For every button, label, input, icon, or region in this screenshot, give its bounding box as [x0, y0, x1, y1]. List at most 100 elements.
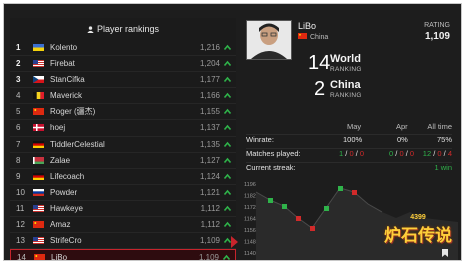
matches-label: Matches played: — [246, 149, 301, 158]
ranking-row-rank: 7 — [16, 139, 21, 149]
matches-may-wins: 1 — [339, 149, 344, 158]
trend-up-icon — [223, 76, 232, 83]
ranking-row-name: Zalae — [50, 155, 71, 165]
chart-marker[interactable] — [282, 204, 287, 209]
col-all-time: All time — [427, 122, 452, 131]
winrate-may: 100% — [343, 135, 363, 144]
matches-apr: 0 / 0 / 0 — [389, 149, 415, 158]
ranking-row-rank: 9 — [16, 171, 21, 181]
col-apr: Apr — [396, 122, 408, 131]
usa-flag-icon — [33, 60, 44, 68]
logo-main-text: 炉石传说 — [384, 226, 452, 246]
country-rank-sub: RANKING — [330, 92, 362, 99]
matches-all: 12 / 0 / 4 — [422, 149, 452, 158]
russia-flag-icon — [33, 188, 44, 196]
stats-header: May Apr All time — [246, 122, 452, 134]
world-rank-label: World — [330, 53, 361, 65]
belarus-flag-icon — [33, 156, 44, 164]
chart-y-tick-label: 1164 — [244, 217, 256, 223]
trend-up-icon — [223, 157, 232, 163]
ranking-row[interactable]: 12 Amaz 1,112 — [10, 217, 236, 234]
player-detail-panel: LiBo China RATING 1,109 14 World RANKING… — [242, 18, 458, 260]
trend-up-icon — [223, 93, 232, 99]
ranking-row[interactable]: 9 Lifecoach 1,124 — [10, 169, 236, 185]
selected-row-pointer — [231, 236, 238, 248]
ranking-row-rating: 1,124 — [199, 171, 220, 181]
bookmark-icon[interactable] — [442, 249, 448, 257]
trend-up-icon — [223, 221, 232, 228]
ranking-row[interactable]: 3 StanCifka 1,177 — [10, 72, 236, 89]
ranking-row[interactable]: 2 Firebat 1,204 — [10, 56, 236, 73]
usa-flag-icon — [33, 204, 44, 212]
chart-marker[interactable] — [296, 216, 301, 221]
chart-marker[interactable] — [324, 206, 329, 211]
rating-value: 1,109 — [424, 31, 450, 42]
rankings-panel: Player rankings 1 Kolento 1,216 2 Firebat 1,2… — [10, 18, 236, 261]
chart-y-tick-label: 1140 — [244, 251, 256, 257]
trend-up-icon — [223, 205, 232, 211]
china-flag-icon — [34, 254, 45, 260]
user-icon — [87, 26, 94, 33]
ranking-row-rank: 11 — [16, 203, 25, 213]
matches-apr-draws: 0 — [409, 149, 415, 158]
chart-marker[interactable] — [352, 190, 357, 195]
ranking-row[interactable]: 6 hoej 1,137 — [10, 120, 236, 137]
winrate-apr: 0% — [397, 135, 408, 144]
rankings-title: Player rankings — [96, 24, 160, 34]
rankings-header: Player rankings — [10, 18, 236, 40]
world-rank-number: 14 — [308, 52, 331, 74]
chart-y-tick-label: 1196 — [244, 182, 256, 188]
hearthstone-logo: 4399 炉石传说 — [384, 214, 452, 246]
ranking-row-name: Amaz — [50, 220, 71, 230]
ranking-row-rank: 2 — [16, 59, 21, 69]
chart-y-tick-label: 1172 — [244, 205, 256, 211]
ranking-row[interactable]: 10 Powder 1,121 — [10, 185, 236, 201]
ranking-row-name: Hawkeye — [50, 203, 83, 213]
ranking-row-rating: 1,216 — [199, 43, 220, 52]
matches-may-losses: 0 — [349, 149, 354, 158]
china-flag-icon — [298, 33, 307, 39]
ranking-row-rating: 1,121 — [199, 187, 220, 197]
country-rank-label: China — [330, 79, 361, 91]
streak-value: 1 win — [434, 163, 452, 172]
ranking-row[interactable]: 1 Kolento 1,216 — [10, 40, 236, 57]
ranking-row-rank: 8 — [16, 155, 21, 165]
germany-flag-icon — [33, 140, 44, 148]
logo-top-text: 4399 — [410, 214, 426, 221]
chart-y-tick-label: 1148 — [244, 240, 256, 246]
streak-row: Current streak: 1 win — [246, 162, 452, 176]
matches-may-draws: 0 — [359, 149, 365, 158]
trend-up-icon — [223, 173, 232, 179]
world-rank-sub: RANKING — [330, 66, 362, 73]
matches-apr-wins: 0 — [389, 149, 394, 158]
ranking-row-name: Kolento — [50, 43, 78, 52]
ranking-row[interactable]: 7 TiddlerCelestial 1,135 — [10, 137, 236, 153]
chart-marker[interactable] — [268, 198, 273, 203]
ranking-row[interactable]: 4 Maverick 1,166 — [10, 88, 236, 105]
ranking-row-name: StanCifka — [50, 75, 85, 85]
trend-up-icon — [223, 125, 232, 131]
chart-marker[interactable] — [310, 226, 315, 231]
player-country-label: China — [310, 34, 329, 41]
ranking-row-name: LiBo — [51, 253, 68, 261]
ranking-row-name: Roger (疆杰) — [50, 107, 96, 117]
ranking-row-rating: 1,177 — [199, 75, 220, 85]
ranking-row[interactable]: 11 Hawkeye 1,112 — [10, 201, 236, 218]
ranking-row-name: Powder — [50, 187, 78, 197]
denmark-flag-icon — [33, 124, 44, 132]
winrate-all: 75% — [436, 135, 452, 144]
chart-marker[interactable] — [338, 186, 343, 191]
ranking-row[interactable]: 14 LiBo 1,109 — [10, 249, 236, 261]
ranking-row[interactable]: 13 StrifeCro 1,109 — [10, 233, 236, 250]
ranking-row-rating: 1,135 — [199, 139, 220, 149]
china-flag-icon — [33, 221, 44, 229]
ranking-row[interactable]: 8 Zalae 1,127 — [10, 153, 236, 169]
matches-all-losses: 0 — [437, 149, 442, 158]
ranking-row-name: Lifecoach — [50, 171, 85, 181]
ranking-row-rank: 6 — [16, 123, 21, 133]
ranking-row[interactable]: 5 Roger (疆杰) 1,155 — [10, 104, 236, 121]
winrate-row: Winrate: 100% 0% 75% — [246, 134, 452, 148]
ranking-row-rank: 1 — [16, 43, 21, 52]
ranking-row-name: Firebat — [50, 59, 75, 69]
player-country: China — [298, 33, 328, 41]
